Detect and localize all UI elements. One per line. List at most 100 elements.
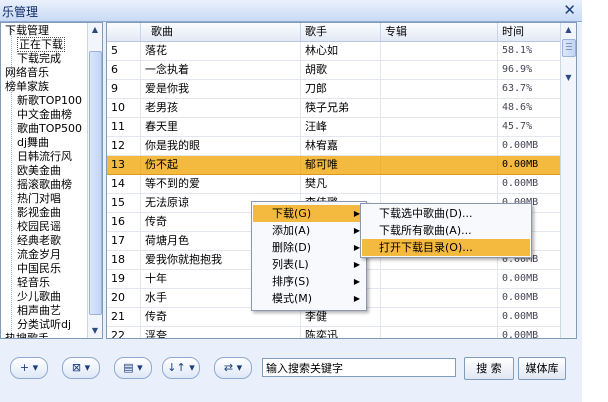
table-row[interactable]: 5 落花 林心如 58.1% — [107, 42, 562, 61]
scroll-up-icon[interactable]: ▲ — [88, 23, 102, 37]
cell-num: 14 — [107, 175, 141, 193]
sidebar-item[interactable]: dj舞曲 — [17, 136, 49, 150]
sidebar-item[interactable]: 影视金曲 — [17, 206, 61, 220]
mode-icon: ⇄ ▾ — [223, 361, 243, 374]
cell-num: 18 — [107, 251, 141, 269]
context-menu-item[interactable]: 添加(A) ▶ — [253, 222, 365, 239]
context-menu-item[interactable]: 排序(S) ▶ — [253, 273, 365, 290]
sidebar-item[interactable]: 少儿歌曲 — [17, 290, 61, 304]
cell-num: 5 — [107, 42, 141, 60]
cell-time: 0.00MB — [498, 175, 562, 193]
cell-song: 伤不起 — [141, 156, 301, 174]
cell-album — [381, 137, 498, 155]
context-menu-item[interactable]: 删除(D) ▶ — [253, 239, 365, 256]
table-row[interactable]: 12 你是我的眼 林宥嘉 0.00MB — [107, 137, 562, 156]
sort-menu-button[interactable]: ↓↑ ▾ — [162, 357, 200, 379]
sidebar-scrollbar[interactable]: ▲ ▼ — [87, 23, 102, 338]
table-scrollbar[interactable]: ▲ ▼ — [560, 23, 576, 338]
table-row[interactable]: 9 爱是你我 刀郎 63.7% — [107, 80, 562, 99]
sidebar-item-label: 网络音乐 — [5, 66, 49, 79]
cell-song: 一念执着 — [141, 61, 301, 79]
sidebar-item-label: 下载管理 — [5, 24, 49, 37]
sidebar-item[interactable]: 热门对唱 — [17, 192, 61, 206]
sidebar-item[interactable]: 日韩流行风 — [17, 150, 72, 164]
cell-song: 你是我的眼 — [141, 137, 301, 155]
delete-icon: ⊠ ▾ — [71, 361, 91, 374]
sidebar-item[interactable]: 新歌TOP100 — [17, 94, 82, 108]
sidebar-item-label: 分类试听dj — [17, 318, 72, 331]
context-menu-item[interactable]: 下载(G) ▶ — [253, 205, 365, 222]
sidebar-item-label: 热搜歌手 — [5, 332, 49, 339]
cell-num: 17 — [107, 232, 141, 250]
cell-artist: 胡歌 — [301, 61, 381, 79]
delete-menu-button[interactable]: ⊠ ▾ — [62, 357, 100, 379]
column-header-album[interactable]: 专辑 — [381, 23, 498, 41]
table-row[interactable]: 11 春天里 汪峰 45.7% — [107, 118, 562, 137]
cell-time: 48.6% — [498, 99, 562, 117]
cell-num: 6 — [107, 61, 141, 79]
sidebar-item[interactable]: 正在下载 — [17, 37, 65, 52]
sidebar-item-label: 下载完成 — [17, 52, 61, 65]
scroll-down-icon[interactable]: ▼ — [88, 324, 102, 338]
submenu-item[interactable]: 打开下载目录(O)... — [362, 239, 530, 256]
sidebar-item[interactable]: 中文金曲榜 — [17, 108, 72, 122]
cell-artist: 汪峰 — [301, 118, 381, 136]
mode-menu-button[interactable]: ⇄ ▾ — [214, 357, 252, 379]
sidebar-item[interactable]: 榜单家族 — [5, 80, 49, 94]
sidebar-item[interactable]: 流金岁月 — [17, 248, 61, 262]
add-menu-button[interactable]: + ▾ — [10, 357, 48, 379]
submenu-item-label: 打开下载目录(O)... — [379, 241, 473, 254]
cell-num: 10 — [107, 99, 141, 117]
context-menu-item-label: 删除(D) — [272, 241, 312, 254]
table-row[interactable]: 14 等不到的爱 樊凡 0.00MB — [107, 175, 562, 194]
download-submenu: 下载选中歌曲(D)... 下载所有歌曲(A)... 打开下载目录(O)... — [360, 203, 532, 258]
sidebar-scroll-thumb[interactable] — [89, 51, 102, 315]
sidebar-item-label: 新歌TOP100 — [17, 94, 83, 107]
table-scroll-thumb[interactable] — [562, 39, 576, 57]
sidebar-item[interactable]: 欧美金曲 — [17, 164, 61, 178]
context-menu-item[interactable]: 列表(L) ▶ — [253, 256, 365, 273]
column-header-artist[interactable]: 歌手 — [301, 23, 381, 41]
context-menu-item-label: 排序(S) — [272, 275, 310, 288]
sidebar-item[interactable]: 热搜歌手 — [5, 332, 49, 339]
sidebar-item-label: 日韩流行风 — [17, 150, 72, 163]
media-library-button[interactable]: 媒体库 — [518, 357, 566, 380]
cell-song: 浮夸 — [141, 327, 301, 338]
cell-num: 13 — [107, 156, 141, 174]
bottom-toolbar: + ▾ ⊠ ▾ ▤ ▾ ↓↑ ▾ ⇄ ▾ 输入搜索关键字 搜 索 媒体库 — [0, 344, 582, 394]
sidebar-item[interactable]: 相声曲艺 — [17, 304, 61, 318]
cell-time: 45.7% — [498, 118, 562, 136]
sidebar-item[interactable]: 中国民乐 — [17, 262, 61, 276]
sidebar-item[interactable]: 网络音乐 — [5, 66, 49, 80]
cell-num: 12 — [107, 137, 141, 155]
sidebar-item[interactable]: 轻音乐 — [17, 276, 50, 290]
context-menu-item[interactable]: 模式(M) ▶ — [253, 290, 365, 307]
scroll-up-icon[interactable]: ▲ — [561, 23, 576, 37]
sidebar-item[interactable]: 经典老歌 — [17, 234, 61, 248]
column-header-num[interactable] — [107, 23, 141, 41]
search-input[interactable]: 输入搜索关键字 — [262, 358, 456, 377]
scroll-down-icon[interactable]: ▼ — [561, 71, 576, 85]
submenu-item[interactable]: 下载所有歌曲(A)... — [362, 222, 530, 239]
table-row[interactable]: 13 伤不起 郁可唯 0.00MB — [107, 156, 562, 175]
sidebar-item[interactable]: 歌曲TOP500 — [17, 122, 82, 136]
search-button[interactable]: 搜 索 — [464, 357, 514, 380]
submenu-item[interactable]: 下载选中歌曲(D)... — [362, 205, 530, 222]
cell-time: 0.00MB — [498, 289, 562, 307]
sidebar-item[interactable]: 校园民谣 — [17, 220, 61, 234]
table-header: 歌曲 歌手 专辑 时间 — [107, 23, 562, 42]
sidebar-item[interactable]: 分类试听dj — [17, 318, 71, 332]
sidebar-item-label: 影视金曲 — [17, 206, 61, 219]
table-row[interactable]: 10 老男孩 筷子兄弟 48.6% — [107, 99, 562, 118]
close-icon[interactable]: ✕ — [563, 1, 576, 19]
sidebar-item[interactable]: 下载完成 — [17, 52, 61, 66]
sidebar-item[interactable]: 下载管理 — [5, 24, 49, 38]
cell-num: 11 — [107, 118, 141, 136]
column-header-time[interactable]: 时间 — [498, 23, 562, 41]
column-header-song[interactable]: 歌曲 — [141, 23, 301, 41]
cell-song: 等不到的爱 — [141, 175, 301, 193]
sidebar-item[interactable]: 摇滚歌曲榜 — [17, 178, 72, 192]
list-menu-button[interactable]: ▤ ▾ — [114, 357, 152, 379]
table-row[interactable]: 22 浮夸 陈奕迅 0.00MB — [107, 327, 562, 338]
table-row[interactable]: 6 一念执着 胡歌 96.9% — [107, 61, 562, 80]
